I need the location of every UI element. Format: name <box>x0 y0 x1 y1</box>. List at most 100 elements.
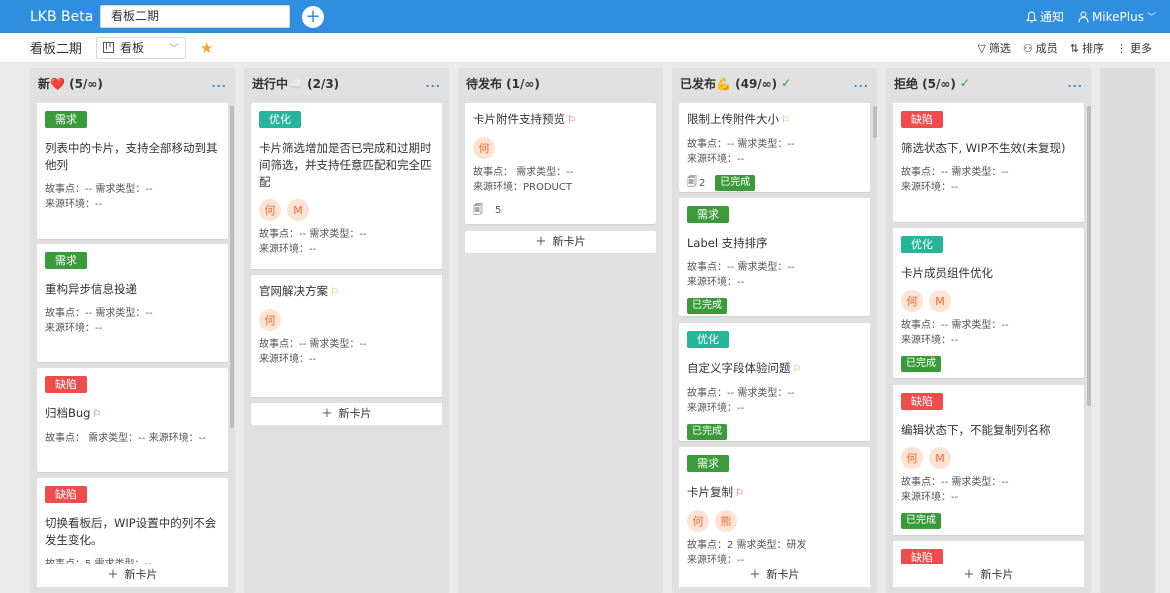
card[interactable]: 需求 列表中的卡片，支持全部移动到其他列 故事点：-- 需求类型：-- 来源环境… <box>37 103 228 239</box>
avatar[interactable]: 熊 <box>715 510 737 532</box>
column-rejected: 拒绝 (5/∞) ✓ ... 缺陷 筛选状态下, WIP不生效(未复现) 故事点… <box>886 68 1091 593</box>
filter-label: 筛选 <box>988 42 1011 55</box>
card[interactable]: 优化 卡片筛选增加是否已完成和过期时间筛选，并支持任意匹配和完全匹配 何 M 故… <box>251 103 442 269</box>
notification-label: 通知 <box>1039 10 1064 24</box>
attachment-icon: 🗐 <box>473 205 483 216</box>
column-more-icon[interactable]: ... <box>853 77 869 90</box>
column-title: 新❤️ (5/∞) <box>38 76 103 91</box>
avatar[interactable]: M <box>929 290 951 312</box>
column-scrollbar[interactable] <box>230 106 234 428</box>
card[interactable]: 优化 卡片成员组件优化 何 M 故事点：-- 需求类型：-- 来源环境：-- 已… <box>893 228 1084 378</box>
user-menu[interactable]: MikePlus ﹀ <box>1078 10 1156 24</box>
avatar[interactable]: 何 <box>687 510 709 532</box>
card[interactable]: 官网解决方案 ⚐ 何 故事点：-- 需求类型：-- 来源环境：-- <box>251 275 442 397</box>
done-badge: 已完成 <box>687 424 727 440</box>
column-more-icon[interactable]: ... <box>211 77 227 90</box>
star-icon[interactable]: ★ <box>200 39 213 57</box>
add-column-area[interactable] <box>1100 68 1155 593</box>
avatar[interactable]: 何 <box>473 137 495 159</box>
members-label: 成员 <box>1035 42 1058 55</box>
card[interactable]: 优化 自定义字段体验问题 ⚐ 故事点：-- 需求类型：-- 来源环境：-- 已完成 <box>679 323 870 441</box>
avatar[interactable]: M <box>287 199 309 221</box>
column-scrollbar[interactable] <box>1087 106 1091 406</box>
chevron-down-icon: ﹀ <box>169 44 180 55</box>
card[interactable]: 需求 重构异步信息投递 故事点：-- 需求类型：-- 来源环境：-- <box>37 244 228 362</box>
board-name-input[interactable]: 看板二期 <box>100 5 290 28</box>
attachment-count-value: 2 <box>699 178 706 189</box>
board: 新❤️ (5/∞) ... 需求 列表中的卡片，支持全部移动到其他列 故事点：-… <box>0 63 1170 593</box>
avatar[interactable]: 何 <box>259 309 281 331</box>
column-header[interactable]: 新❤️ (5/∞) ... <box>30 68 235 98</box>
card-meta: 来源环境：-- <box>45 199 103 210</box>
flag-icon: ⚐ <box>330 287 339 298</box>
card-title: 归档Bug ⚐ <box>45 405 220 423</box>
card-members: 何 熊 <box>687 510 862 532</box>
column-pending-release: 待发布 (1/∞) 卡片附件支持预览 ⚐ 何 故事点： 需求类型：-- 来源环境：… <box>458 68 663 593</box>
card-title: 切换看板后，WIP设置中的列不会发生变化。 <box>45 516 217 547</box>
flag-icon: ⚐ <box>735 488 744 499</box>
new-card-button[interactable]: + 新卡片 <box>679 564 870 586</box>
tag-badge: 需求 <box>687 206 729 223</box>
user-name: MikePlus <box>1091 9 1144 24</box>
flag-icon: ⚐ <box>781 115 790 126</box>
new-card-label: 新卡片 <box>338 407 372 420</box>
tag-badge: 优化 <box>687 331 729 348</box>
card-title: Label 支持排序 <box>687 236 768 250</box>
tag-badge: 缺陷 <box>901 111 943 128</box>
card[interactable]: 卡片附件支持预览 ⚐ 何 故事点： 需求类型：-- 来源环境：PRODUCT 🗐 5 <box>465 103 656 224</box>
card-meta: 故事点：-- 需求类型：-- <box>901 320 1009 331</box>
card-meta: 故事点：-- 需求类型：-- <box>901 477 1009 488</box>
new-card-button[interactable]: + 新卡片 <box>465 231 656 253</box>
sort-button[interactable]: ⇅ 排序 <box>1070 40 1104 56</box>
flag-icon: ⚐ <box>92 409 102 420</box>
column-title: 待发布 (1/∞) <box>466 76 540 91</box>
column-header[interactable]: 进行中☁️ (2/3) ... <box>244 68 449 98</box>
new-card-button[interactable]: + 新卡片 <box>251 403 442 425</box>
avatar[interactable]: 何 <box>901 447 923 469</box>
column-header[interactable]: 拒绝 (5/∞) ✓ ... <box>886 68 1091 98</box>
card[interactable]: 缺陷 筛选状态下, WIP不生效(未复现) 故事点：-- 需求类型：-- 来源环… <box>893 103 1084 222</box>
user-icon <box>1078 11 1089 23</box>
attachment-count: 🗐 5 <box>473 203 511 218</box>
view-select[interactable]: 看板 ﹀ <box>96 36 187 59</box>
more-button[interactable]: ⋮ 更多 <box>1116 40 1152 56</box>
card[interactable]: 缺陷 编辑状态下，不能复制列名称 何 M 故事点：-- 需求类型：-- 来源环境… <box>893 385 1084 535</box>
attachment-count: 🗐 2 <box>687 175 705 192</box>
card-meta: 故事点： 需求类型：-- <box>473 167 574 178</box>
column-more-icon[interactable]: ... <box>1067 77 1083 90</box>
plus-icon: + <box>535 234 547 249</box>
card[interactable]: 需求 Label 支持排序 故事点：-- 需求类型：-- 来源环境：-- 已完成 <box>679 198 870 316</box>
column-scrollbar[interactable] <box>873 106 877 138</box>
notification-button[interactable]: 通知 <box>1025 8 1064 25</box>
chevron-down-icon: ﹀ <box>1146 13 1156 23</box>
card-meta: 故事点：-- 需求类型：-- <box>259 339 367 350</box>
card-meta: 来源环境：-- <box>901 182 959 193</box>
check-circle-icon: ✓ <box>959 76 970 90</box>
members-button[interactable]: ⚇ 成员 <box>1023 40 1058 56</box>
done-badge: 已完成 <box>901 513 941 529</box>
app-logo[interactable]: LKB Beta <box>30 9 98 25</box>
more-vertical-icon: ⋮ <box>1116 41 1127 55</box>
column-header[interactable]: 已发布💪 (49/∞) ✓ ... <box>672 68 877 98</box>
add-board-button[interactable]: + <box>302 5 324 28</box>
flag-icon: ⚐ <box>567 115 576 126</box>
tag-badge: 需求 <box>45 252 87 269</box>
card-title-text: 自定义字段体验问题 <box>687 361 791 375</box>
column-more-icon[interactable]: ... <box>425 77 441 90</box>
card-meta: 来源环境：-- <box>687 277 745 288</box>
new-card-button[interactable]: + 新卡片 <box>893 564 1084 586</box>
avatar[interactable]: 何 <box>259 199 281 221</box>
filter-button[interactable]: ▽ 筛选 <box>977 40 1010 56</box>
avatar[interactable]: M <box>929 447 951 469</box>
avatar[interactable]: 何 <box>901 290 923 312</box>
card-meta: 故事点：-- 需求类型：-- <box>45 184 153 195</box>
filter-icon: ▽ <box>977 41 986 55</box>
column-header[interactable]: 待发布 (1/∞) <box>458 68 663 98</box>
new-card-button[interactable]: + 新卡片 <box>37 564 228 586</box>
card[interactable]: 限制上传附件大小 ⚐ 故事点：-- 需求类型：-- 来源环境：-- 🗐 2 已完成 <box>679 103 870 192</box>
plus-icon: + <box>321 406 333 421</box>
card[interactable]: 缺陷 归档Bug ⚐ 故事点： 需求类型：-- 来源环境：-- <box>37 368 228 472</box>
tag-badge: 优化 <box>259 111 301 128</box>
sort-label: 排序 <box>1082 42 1104 55</box>
card-meta: 来源环境：PRODUCT <box>473 182 572 193</box>
